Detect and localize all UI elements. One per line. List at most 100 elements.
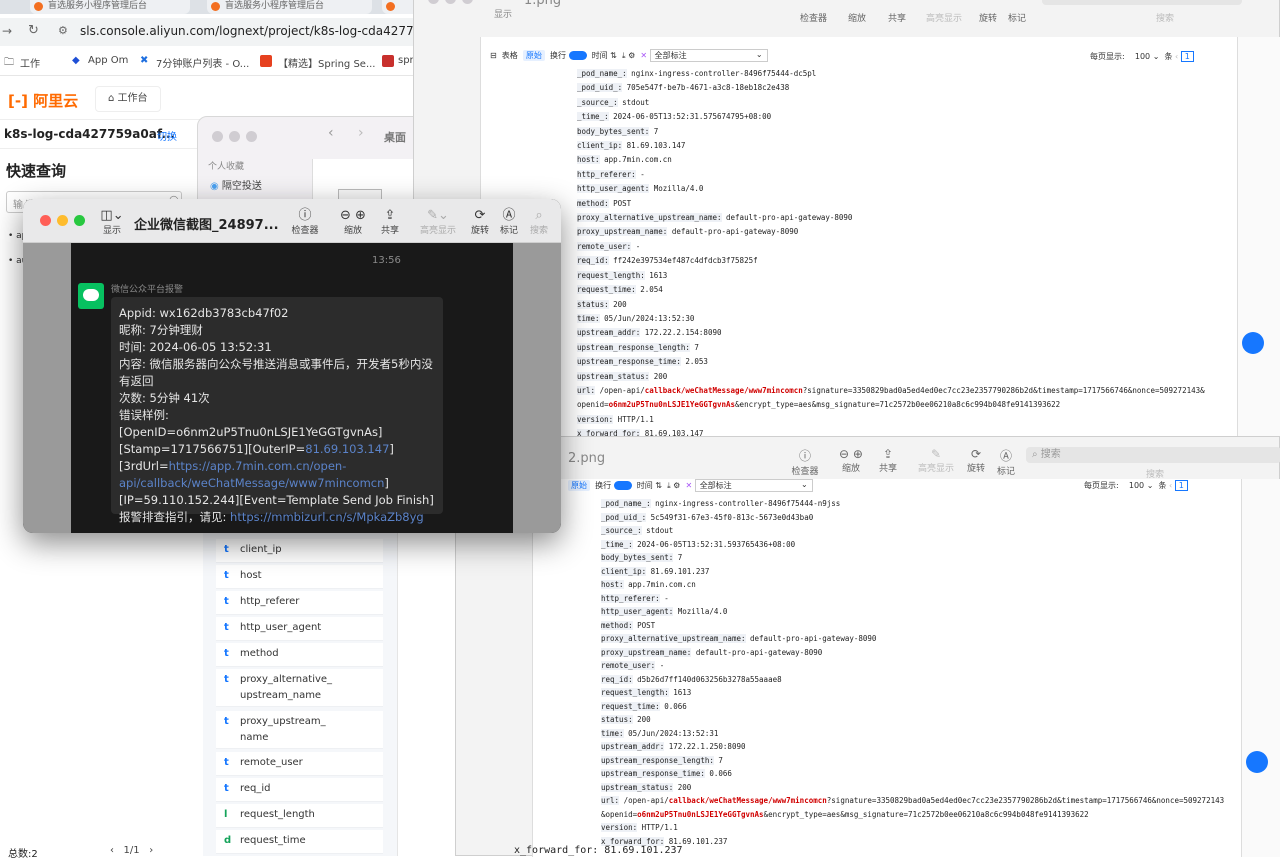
markup-button[interactable]: Ⓐ 标记	[994, 447, 1018, 477]
mark-select[interactable]: 全部标注 ⌄	[649, 49, 768, 62]
minimize-icon[interactable]	[445, 0, 456, 4]
field-method[interactable]: t method	[216, 643, 383, 667]
guide-link[interactable]: https://mmbizurl.cn/s/MpkaZb8yg	[230, 510, 424, 524]
inspector-button[interactable]: 检查器	[800, 11, 827, 24]
wechat-logo-icon	[83, 289, 99, 301]
field-http-user-agent[interactable]: t http_user_agent	[216, 617, 383, 641]
share-button[interactable]: ⇪ 共享	[876, 447, 900, 474]
search-field[interactable]	[1042, 0, 1242, 5]
inspector-button[interactable]: ⓘ 检查器	[288, 208, 322, 237]
zoom-icon[interactable]	[246, 131, 257, 142]
field-request-time[interactable]: d request_time	[216, 830, 383, 854]
rotate-button[interactable]: 旋转	[979, 11, 997, 24]
wrap-toggle[interactable]	[568, 51, 587, 60]
share-button[interactable]: ⇪ 共享	[373, 209, 407, 237]
bookmark-c-icon[interactable]	[260, 55, 272, 67]
divider	[0, 148, 200, 149]
float-action-icon[interactable]	[1242, 332, 1264, 354]
rotate-button[interactable]: ⟳ 旋转	[964, 447, 988, 474]
close-icon[interactable]	[40, 215, 51, 226]
mark-select[interactable]: 全部标注 ⌄	[694, 479, 813, 492]
time-sort[interactable]: 时间 ⇅	[592, 51, 617, 60]
raw-tab[interactable]: 原始	[568, 480, 590, 491]
bookmark-spring[interactable]: 【精选】Spring Se...	[278, 55, 376, 70]
time-sort[interactable]: 时间 ⇅	[637, 481, 662, 490]
settings-icon[interactable]: ⚙	[673, 481, 680, 490]
zoom-button[interactable]: ⊖ ⊕ 缩放	[831, 447, 871, 474]
minimize-icon[interactable]	[229, 131, 240, 142]
minimize-icon[interactable]	[57, 215, 68, 226]
field-host[interactable]: t host	[216, 565, 383, 589]
mark-icon[interactable]: ✕	[685, 481, 692, 490]
close-icon[interactable]	[212, 131, 223, 142]
mark-icon[interactable]: ✕	[640, 51, 647, 60]
zoom-button[interactable]: 缩放	[848, 11, 866, 24]
search-field[interactable]: ⌕ 搜索	[1026, 447, 1280, 463]
window-title: 2.png	[568, 451, 606, 466]
layout-icon[interactable]: ⊟	[490, 51, 497, 60]
bookmark-spr-icon[interactable]	[382, 55, 394, 67]
pagination: 每页显示: 100 ⌄ 条 ‹ 1	[1084, 480, 1188, 491]
close-icon[interactable]	[428, 0, 439, 4]
prev-page-icon[interactable]: ‹	[110, 845, 114, 856]
download-icon[interactable]: ⤓	[667, 481, 671, 490]
info-icon: ⓘ	[298, 208, 312, 223]
search-button[interactable]: ⌕ 搜索	[522, 209, 556, 237]
highlight-button[interactable]: 高亮显示	[926, 11, 962, 24]
settings-icon[interactable]: ⚙	[628, 51, 635, 60]
bookmark-work[interactable]: 工作	[20, 55, 40, 70]
reload-icon[interactable]: ↻	[28, 23, 39, 38]
page-number[interactable]: 1	[1174, 480, 1188, 491]
back-icon[interactable]: ‹	[328, 125, 334, 141]
switch-project-link[interactable]: 切换	[157, 128, 177, 143]
field-request-length[interactable]: l request_length	[216, 804, 383, 828]
highlight-button[interactable]: ✎ 高亮显示	[914, 447, 958, 474]
field-http-referer[interactable]: t http_referer	[216, 591, 383, 615]
log-key: proxy_upstream_name:	[577, 227, 668, 237]
aliyun-logo[interactable]: [-] 阿里云	[8, 90, 78, 111]
forward-icon[interactable]: ›	[358, 125, 364, 141]
page-number[interactable]: 1	[1180, 51, 1194, 62]
zoom-button[interactable]: ⊖ ⊕ 缩放	[333, 209, 373, 237]
sidebar-toggle[interactable]: 显示	[494, 7, 512, 20]
zoom-icon[interactable]	[74, 215, 85, 226]
wrap-toggle[interactable]	[613, 481, 632, 490]
field-req-id[interactable]: t req_id	[216, 778, 383, 802]
browser-tab-1[interactable]: 盲选服务小程序管理后台	[30, 0, 190, 14]
bookmark-app-om[interactable]: App Om	[88, 55, 128, 66]
outer-ip-link[interactable]: 81.69.103.147	[305, 442, 389, 456]
search-button[interactable]: 搜索	[1156, 11, 1174, 24]
field-proxy-upstream-name[interactable]: t proxy_upstream_ name	[216, 711, 383, 749]
field-proxy-alternative-upstream-name[interactable]: t proxy_alternative_ upstream_name	[216, 669, 383, 707]
site-settings-icon[interactable]: ⚙	[58, 24, 68, 37]
per-page-select[interactable]: 100 ⌄	[1135, 52, 1160, 61]
bookmark-app-icon[interactable]: ◆	[72, 55, 80, 66]
browser-tab-2[interactable]: 盲选服务小程序管理后台	[207, 0, 372, 14]
prev-page-icon[interactable]: ‹	[1175, 52, 1178, 61]
prev-page-icon[interactable]: ‹	[1169, 481, 1172, 490]
bookmark-folder-icon[interactable]: 🗀	[4, 55, 14, 72]
url-text[interactable]: sls.console.aliyun.com/lognext/project/k…	[80, 24, 451, 38]
log-line: _time_: 2024-06-05T13:52:31.575674795+08…	[577, 110, 1237, 124]
share-button[interactable]: 共享	[888, 11, 906, 24]
next-page-icon[interactable]: ›	[149, 845, 153, 856]
float-action-icon[interactable]	[1246, 751, 1268, 773]
table-tab[interactable]: 表格	[502, 51, 518, 60]
markup-button[interactable]: 标记	[1008, 11, 1026, 24]
forward-arrow-icon[interactable]: →	[2, 24, 12, 38]
markup-button[interactable]: Ⓐ 标记	[492, 209, 526, 237]
sidebar-item-airdrop[interactable]: ◉ 隔空投送	[210, 177, 262, 192]
bookmark-accounts[interactable]: 7分钟账户列表 - O...	[156, 55, 249, 70]
field-remote-user[interactable]: t remote_user	[216, 752, 383, 776]
bookmark-spr[interactable]: spr	[398, 55, 414, 66]
per-page-select[interactable]: 100 ⌄	[1129, 481, 1154, 490]
download-icon[interactable]: ⤓	[622, 51, 626, 60]
highlight-button[interactable]: ✎⌄ 高亮显示	[416, 209, 460, 237]
field-client-ip[interactable]: t client_ip	[216, 539, 383, 563]
sidebar-toggle[interactable]: ◫⌄ 显示	[95, 209, 129, 237]
workbench-button[interactable]: ⌂ 工作台	[95, 86, 161, 112]
inspector-button[interactable]: ⓘ 检查器	[790, 447, 820, 477]
raw-tab[interactable]: 原始	[522, 50, 545, 61]
bookmark-x-icon[interactable]: ✖	[140, 55, 148, 66]
zoom-icon[interactable]	[462, 0, 473, 4]
